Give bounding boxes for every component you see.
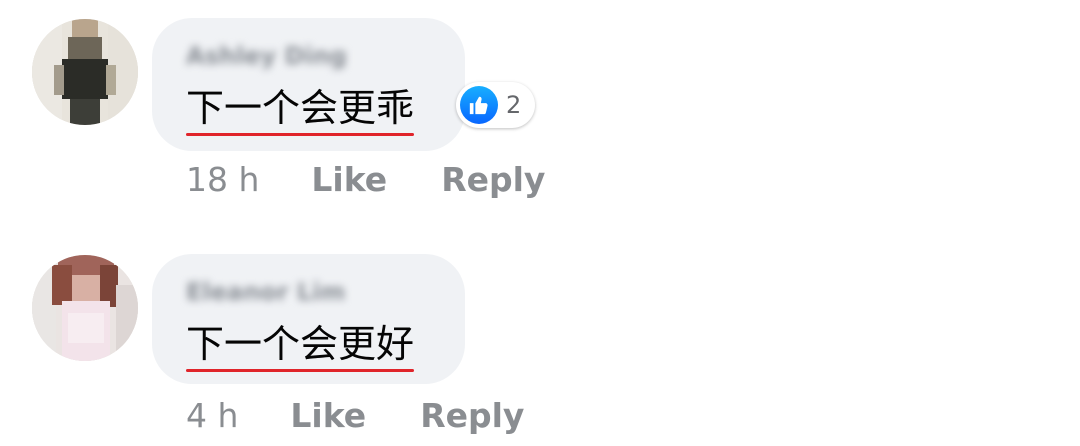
avatar[interactable]	[32, 19, 138, 125]
comment-text: 下一个会更好	[186, 322, 415, 372]
comment-bubble: Ashley Ding 下一个会更乖	[152, 18, 465, 151]
reply-button[interactable]: Reply	[420, 396, 524, 435]
like-button[interactable]: Like	[311, 160, 387, 199]
spellcheck-underline	[186, 369, 415, 372]
author-name[interactable]: Eleanor Lim	[186, 278, 345, 306]
thumbs-up-icon	[460, 86, 498, 124]
author-name[interactable]: Ashley Ding	[186, 42, 347, 70]
comment-text-content: 下一个会更好	[186, 322, 415, 366]
comment-bubble: Eleanor Lim 下一个会更好	[152, 254, 465, 384]
reply-button[interactable]: Reply	[441, 160, 545, 199]
avatar-image	[32, 255, 138, 361]
timestamp[interactable]: 4 h	[186, 396, 238, 435]
comment-text: 下一个会更乖	[186, 86, 415, 136]
avatar[interactable]	[32, 255, 138, 361]
comment-actions: 4 h Like Reply	[186, 396, 524, 435]
like-button[interactable]: Like	[290, 396, 366, 435]
comment-actions: 18 h Like Reply	[186, 160, 545, 199]
avatar-image	[32, 19, 138, 125]
comment-text-content: 下一个会更乖	[186, 86, 415, 130]
reaction-count: 2	[506, 91, 522, 119]
spellcheck-underline	[186, 133, 415, 136]
reaction-summary[interactable]: 2	[456, 82, 536, 128]
timestamp[interactable]: 18 h	[186, 160, 259, 199]
